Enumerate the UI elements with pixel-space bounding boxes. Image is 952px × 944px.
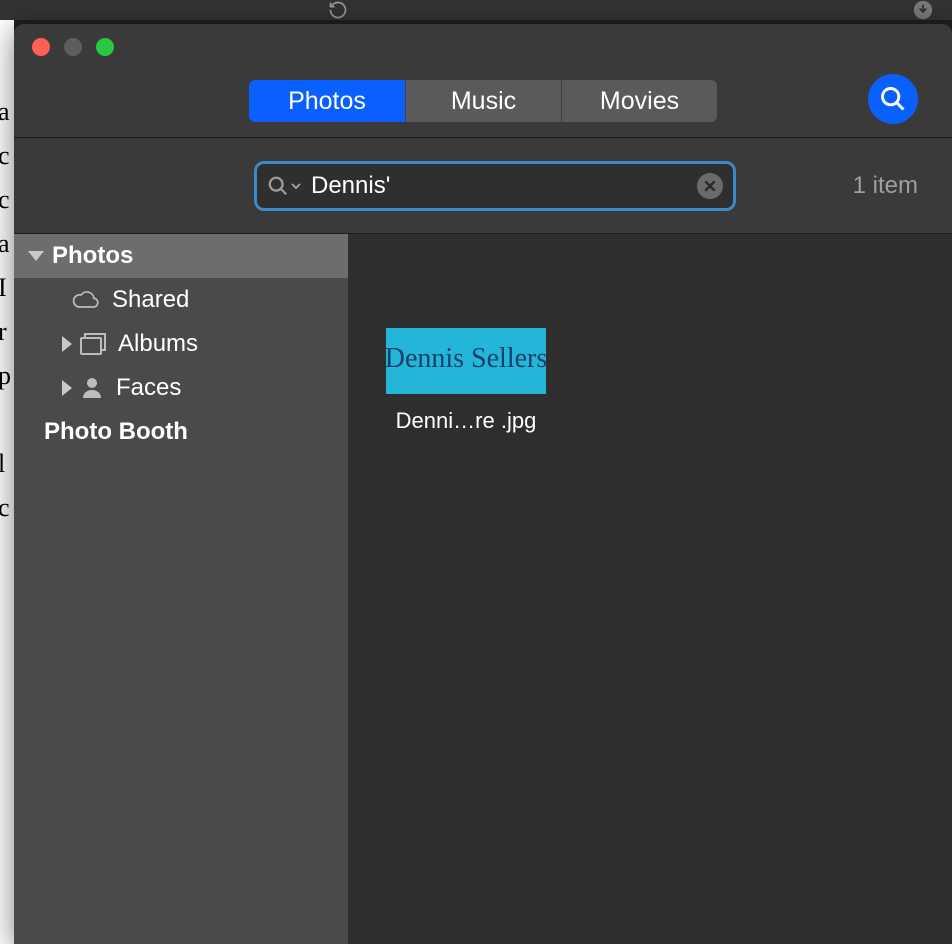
chevron-down-icon	[291, 181, 301, 191]
sidebar-item-label: Albums	[118, 330, 198, 358]
tab-movies[interactable]: Movies	[561, 80, 717, 122]
disclosure-triangle-icon	[28, 251, 44, 261]
titlebar: Photos Music Movies	[14, 24, 952, 138]
sidebar-item-shared[interactable]: Shared	[14, 278, 348, 322]
result-item[interactable]: Dennis Sellers Denni…re .jpg	[386, 328, 546, 434]
disclosure-triangle-icon	[62, 380, 72, 396]
thumbnail-text: Dennis Sellers	[385, 343, 548, 375]
item-count-label: 1 item	[853, 172, 918, 200]
thumbnail-image: Dennis Sellers	[386, 328, 546, 394]
cloud-icon	[72, 290, 100, 310]
tab-music[interactable]: Music	[405, 80, 561, 122]
close-icon	[703, 179, 717, 193]
search-icon	[879, 85, 907, 113]
window-body: Photos Shared Albums Faces	[14, 234, 952, 944]
search-scope-icon[interactable]	[267, 175, 301, 197]
search-icon	[267, 175, 289, 197]
background-toolbar	[0, 0, 952, 20]
background-document-edge: a c c a I r p l c	[0, 20, 14, 944]
minimize-button[interactable]	[64, 38, 82, 56]
media-type-segmented-control: Photos Music Movies	[249, 80, 717, 122]
sidebar-item-albums[interactable]: Albums	[14, 322, 348, 366]
sidebar-item-label: Photo Booth	[44, 418, 188, 446]
media-browser-window: Photos Music Movies 1 item Ph	[14, 24, 952, 944]
sidebar-item-photobooth[interactable]: Photo Booth	[14, 410, 348, 454]
maximize-button[interactable]	[96, 38, 114, 56]
disclosure-triangle-icon	[62, 336, 72, 352]
search-bar-row: 1 item	[14, 138, 952, 234]
search-input[interactable]	[311, 172, 697, 200]
person-icon	[80, 376, 104, 400]
close-button[interactable]	[32, 38, 50, 56]
sidebar: Photos Shared Albums Faces	[14, 234, 348, 944]
sidebar-item-faces[interactable]: Faces	[14, 366, 348, 410]
search-field[interactable]	[254, 161, 736, 211]
tab-label: Photos	[288, 87, 366, 116]
albums-icon	[80, 333, 106, 355]
background-text: a c c a I r p l c	[0, 90, 11, 530]
refresh-icon	[328, 0, 348, 20]
sidebar-item-photos[interactable]: Photos	[14, 234, 348, 278]
tab-label: Movies	[600, 87, 679, 116]
results-grid: Dennis Sellers Denni…re .jpg	[348, 234, 952, 944]
sidebar-item-label: Shared	[112, 286, 189, 314]
tab-photos[interactable]: Photos	[249, 80, 405, 122]
clear-search-button[interactable]	[697, 173, 723, 199]
window-controls	[32, 38, 114, 56]
download-circle-icon	[912, 0, 934, 21]
thumbnail-filename: Denni…re .jpg	[396, 408, 537, 434]
tab-label: Music	[451, 87, 516, 116]
sidebar-item-label: Faces	[116, 374, 181, 402]
search-toggle-button[interactable]	[868, 74, 918, 124]
sidebar-item-label: Photos	[52, 242, 133, 270]
